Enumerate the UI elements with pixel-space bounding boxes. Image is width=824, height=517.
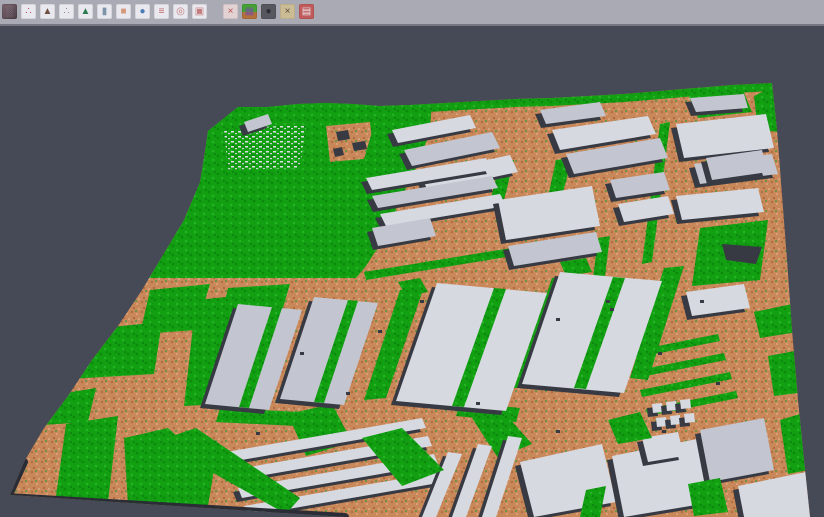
toolbar: ░ ∴ ▲ ∴ ▲ ▮ ■ ● ≡ ◎ ▣ × ▦ ● × ▤: [0, 0, 824, 26]
small-shadow-dot: [610, 308, 614, 311]
measure-icon[interactable]: ×: [280, 4, 295, 19]
points-cluster-icon[interactable]: ░: [2, 4, 17, 19]
small-shadow-dot: [346, 392, 350, 395]
render-sphere-icon[interactable]: ●: [261, 4, 276, 19]
sparse-points-icon[interactable]: ∴: [59, 4, 74, 19]
small-shadow-dot: [606, 300, 610, 303]
small-shadow-dot: [716, 382, 720, 385]
small-shadow-dot: [378, 330, 382, 333]
classification-palette-icon[interactable]: ▦: [242, 4, 257, 19]
selection-brackets-icon[interactable]: ▣: [192, 4, 207, 19]
small-shadow-dot: [700, 300, 704, 303]
terrain-patch: [224, 124, 306, 170]
terrain-green-icon[interactable]: ▲: [78, 4, 93, 19]
ortho-view-icon[interactable]: ■: [116, 4, 131, 19]
building-footprint: [680, 399, 691, 409]
clip-cross-icon[interactable]: ×: [223, 4, 238, 19]
terrain-brown-icon[interactable]: ▲: [40, 4, 55, 19]
viewport-3d[interactable]: [0, 26, 824, 517]
toolbar-icon-row: ░ ∴ ▲ ∴ ▲ ▮ ■ ● ≡ ◎ ▣ × ▦ ● × ▤: [0, 0, 824, 19]
small-shadow-dot: [658, 352, 662, 355]
small-shadow-dot: [556, 430, 560, 433]
globe-icon[interactable]: ●: [135, 4, 150, 19]
small-shadow-dot: [420, 300, 424, 303]
profile-view-icon[interactable]: ▮: [97, 4, 112, 19]
target-icon[interactable]: ◎: [173, 4, 188, 19]
small-shadow-dot: [476, 402, 480, 405]
building-footprint: [684, 413, 695, 423]
small-shadow-dot: [662, 430, 666, 433]
small-shadow-dot: [556, 318, 560, 321]
small-shadow-dot: [256, 432, 260, 435]
layers-red-icon[interactable]: ≡: [154, 4, 169, 19]
flag-stripes-icon[interactable]: ▤: [299, 4, 314, 19]
point-cloud-scene: [0, 26, 824, 517]
small-shadow-dot: [300, 352, 304, 355]
app-window: { "app": {"type": "point-cloud-viewer", …: [0, 0, 824, 517]
registration-points-icon[interactable]: ∴: [21, 4, 36, 19]
